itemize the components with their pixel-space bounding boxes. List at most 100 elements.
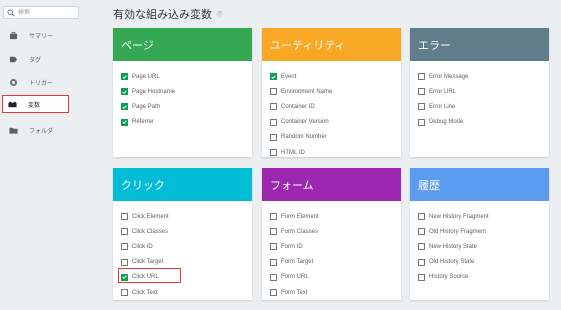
variable-row[interactable]: Old History State <box>418 255 549 270</box>
variable-row[interactable]: Container Version <box>270 115 401 130</box>
variable-row[interactable]: New History Fragment <box>418 209 549 224</box>
variable-row[interactable]: Form URL <box>270 270 401 285</box>
checkbox[interactable] <box>121 258 128 266</box>
nav-item-variables[interactable]: 変数 <box>2 95 69 113</box>
checkbox[interactable] <box>418 243 425 251</box>
variable-row[interactable]: Form Target <box>270 255 401 270</box>
checkbox-checked[interactable] <box>270 73 277 81</box>
variable-row[interactable]: History Source <box>418 270 549 285</box>
variable-row[interactable]: Error Line <box>418 99 549 114</box>
variable-label: New History Fragment <box>429 213 489 220</box>
variable-row[interactable]: Click Classes <box>121 224 252 239</box>
nav-item-folders[interactable]: フォルダ <box>4 121 70 139</box>
checkbox[interactable] <box>418 273 425 281</box>
info-icon[interactable]: ? <box>216 10 223 18</box>
checkbox-checked[interactable] <box>121 118 128 126</box>
checkbox[interactable] <box>270 243 277 251</box>
checkbox[interactable] <box>270 289 277 297</box>
variable-row[interactable]: Error URL <box>418 84 549 99</box>
variable-label: Random Number <box>281 134 327 141</box>
checkbox[interactable] <box>418 258 425 266</box>
variable-label: Form Element <box>281 213 319 220</box>
variable-row[interactable]: Container ID <box>270 99 401 114</box>
variable-row[interactable]: Environment Name <box>270 84 401 99</box>
variable-label: Form ID <box>281 243 303 250</box>
checkbox[interactable] <box>270 228 277 236</box>
variable-row[interactable]: Error Message <box>418 69 549 84</box>
variable-row[interactable]: Click Element <box>121 209 252 224</box>
variable-row[interactable]: Random Number <box>270 130 401 145</box>
variable-row[interactable]: Old History Fragment <box>418 224 549 239</box>
nav-item-tags[interactable]: タグ <box>4 50 70 68</box>
variable-label: Page URL <box>132 73 160 80</box>
nav-label-variables: 変数 <box>28 102 41 109</box>
check-icon <box>271 74 276 79</box>
variable-row[interactable]: Form ID <box>270 239 401 254</box>
checkbox[interactable] <box>121 243 128 251</box>
card-header: エラー <box>410 28 549 61</box>
checkbox[interactable] <box>270 258 277 266</box>
checkbox[interactable] <box>270 103 277 111</box>
search-box[interactable] <box>3 6 79 19</box>
checkbox-checked[interactable] <box>121 103 128 111</box>
variable-label: Page Path <box>132 103 161 110</box>
variable-label: Click Element <box>132 213 169 220</box>
search-input[interactable] <box>18 7 78 18</box>
variable-label: Referrer <box>132 119 155 126</box>
variable-row[interactable]: New History State <box>418 239 549 254</box>
card-error: エラー Error Message Error URL Error Line Debug… <box>410 28 549 157</box>
checkbox[interactable] <box>270 88 277 96</box>
checkbox[interactable] <box>418 88 425 96</box>
card-title: エラー <box>418 39 451 52</box>
nav-label-summary: サマリー <box>29 33 54 40</box>
card-history: 履歴 New History Fragment Old History Fragme… <box>410 168 549 300</box>
checkbox[interactable] <box>270 213 277 221</box>
variable-label: HTML ID <box>281 149 305 156</box>
variable-row[interactable]: Event <box>270 69 401 84</box>
checkbox-checked[interactable] <box>121 88 128 96</box>
variable-row[interactable]: HTML ID <box>270 145 401 160</box>
card-header: ユーティリティ <box>262 28 401 61</box>
variable-label: Click ID <box>132 243 153 250</box>
checkbox[interactable] <box>270 118 277 126</box>
checkbox[interactable] <box>270 149 277 157</box>
variable-label: Environment Name <box>281 88 333 95</box>
checkbox[interactable] <box>418 213 425 221</box>
variable-row[interactable]: Referrer <box>121 115 252 130</box>
variable-label: Debug Mode <box>429 119 464 126</box>
variable-row[interactable]: Form Classes <box>270 224 401 239</box>
variable-label: Form Text <box>281 289 308 296</box>
nav-item-summary[interactable]: サマリー <box>4 26 70 44</box>
checkbox[interactable] <box>418 228 425 236</box>
variable-row[interactable]: Page URL <box>121 69 252 84</box>
checkbox-checked[interactable] <box>121 73 128 81</box>
variable-row[interactable]: Form Text <box>270 285 401 300</box>
variable-label: Form Target <box>281 259 314 266</box>
nav-label-tags: タグ <box>29 57 42 64</box>
check-icon <box>122 105 127 109</box>
variable-label: Click Classes <box>132 228 169 235</box>
checkbox[interactable] <box>121 213 128 221</box>
variable-label: Container Version <box>281 119 329 126</box>
folder-icon <box>8 125 18 135</box>
checkbox[interactable] <box>418 73 425 81</box>
variable-row[interactable]: Page Hostname <box>121 84 252 99</box>
card-header: ページ <box>113 28 252 61</box>
variable-label: Old History State <box>429 259 475 266</box>
card-title: クリック <box>121 179 165 192</box>
checkbox[interactable] <box>121 228 128 236</box>
variable-row[interactable]: Click ID <box>121 239 252 254</box>
checkbox[interactable] <box>418 118 425 126</box>
nav-item-triggers[interactable]: トリガー <box>4 73 70 91</box>
card-body: Event Environment Name Container ID Contain… <box>262 61 401 160</box>
variable-row[interactable]: Page Path <box>121 99 252 114</box>
variable-row[interactable]: Form Element <box>270 209 401 224</box>
variable-row[interactable]: Click Text <box>121 285 252 300</box>
checkbox[interactable] <box>121 289 128 297</box>
checkbox[interactable] <box>270 133 277 141</box>
variables-icon <box>7 99 17 109</box>
checkbox[interactable] <box>418 103 425 111</box>
nav-label-folders: フォルダ <box>29 128 54 135</box>
checkbox[interactable] <box>270 273 277 281</box>
variable-row[interactable]: Debug Mode <box>418 115 549 130</box>
